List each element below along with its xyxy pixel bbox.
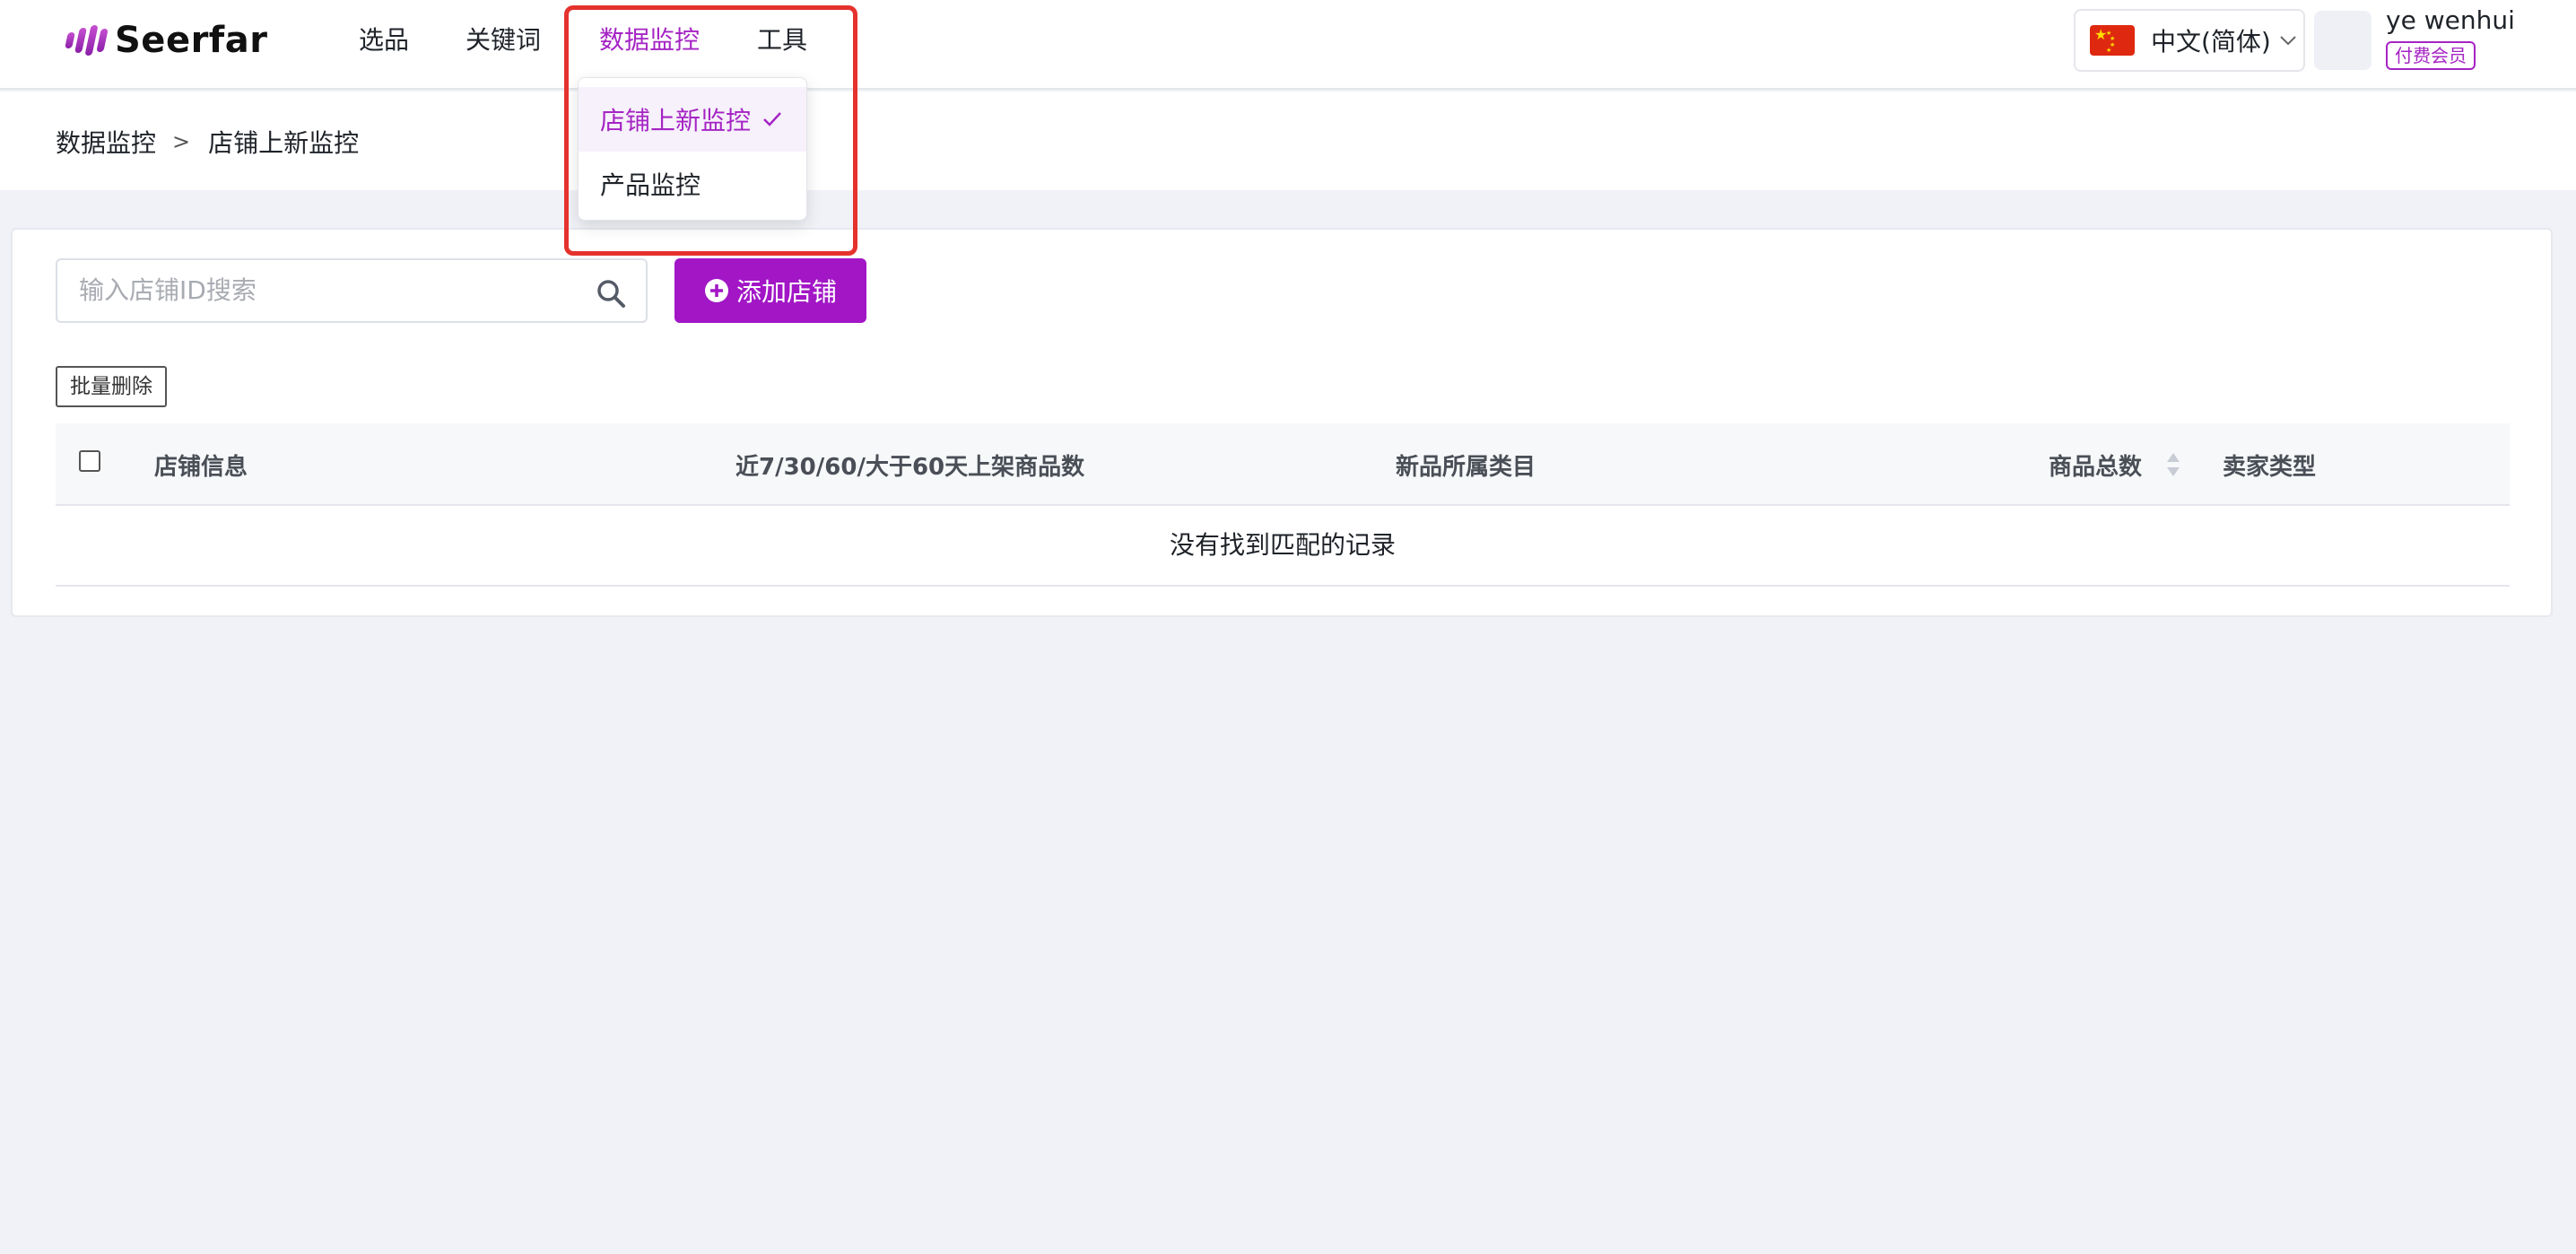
china-flag-icon: ★ ★ ★ ★ ★ [2090, 25, 2135, 56]
brand-name: Seerfar [115, 20, 268, 61]
table-header: 店铺信息 近7/30/60/大于60天上架商品数 新品所属类目 商品总数 卖家类… [56, 423, 2510, 506]
column-header-store-info: 店铺信息 [154, 454, 248, 481]
main-card: 添加店铺 批量删除 店铺信息 近7/30/60/大于60天上架商品数 新品所属类… [11, 228, 2553, 617]
data-monitoring-dropdown: 店铺上新监控 产品监控 [578, 77, 807, 221]
brand-logo[interactable]: Seerfar [65, 18, 268, 63]
logo-mark-icon [65, 25, 109, 56]
avatar[interactable] [2314, 11, 2371, 70]
search-input[interactable] [57, 260, 560, 319]
add-store-button[interactable]: 添加店铺 [674, 258, 866, 323]
user-name[interactable]: ye wenhui [2386, 5, 2515, 35]
breadcrumb-bar: 数据监控 > 店铺上新监控 [0, 91, 2576, 190]
search-box [56, 258, 648, 323]
language-label: 中文(简体) [2151, 27, 2271, 57]
member-badge: 付费会员 [2386, 41, 2476, 70]
nav-item-keywords[interactable]: 关键词 [466, 22, 541, 58]
column-header-listing-counts: 近7/30/60/大于60天上架商品数 [735, 454, 1085, 481]
bulk-delete-button[interactable]: 批量删除 [56, 366, 167, 407]
column-header-seller-type: 卖家类型 [2223, 454, 2317, 481]
add-store-label: 添加店铺 [735, 277, 837, 307]
chevron-down-icon [2280, 36, 2296, 46]
language-select[interactable]: ★ ★ ★ ★ ★ 中文(简体) [2074, 9, 2305, 72]
breadcrumb-parent[interactable]: 数据监控 [56, 124, 156, 160]
nav-item-product-selection[interactable]: 选品 [359, 22, 409, 58]
breadcrumb-current: 店铺上新监控 [208, 128, 360, 158]
nav-item-data-monitoring[interactable]: 数据监控 [599, 22, 700, 58]
breadcrumb: 数据监控 > 店铺上新监控 [56, 124, 359, 160]
dropdown-item-label: 店铺上新监控 [600, 106, 752, 135]
dropdown-item-product-monitoring[interactable]: 产品监控 [579, 152, 806, 216]
nav-item-tools[interactable]: 工具 [757, 22, 807, 58]
dropdown-item-label: 产品监控 [600, 170, 701, 200]
breadcrumb-separator: > [172, 129, 191, 154]
sort-icon[interactable] [2165, 450, 2181, 479]
column-header-new-category[interactable]: 新品所属类目 [1396, 448, 1536, 482]
dropdown-item-store-new-monitoring[interactable]: 店铺上新监控 [579, 87, 806, 152]
empty-state-row: 没有找到匹配的记录 [56, 506, 2510, 587]
select-all-checkbox[interactable] [79, 450, 100, 472]
plus-circle-icon [704, 279, 728, 302]
column-header-total-products[interactable]: 商品总数 [2049, 448, 2142, 482]
top-navbar: Seerfar 选品 关键词 数据监控 工具 ★ ★ ★ ★ ★ 中文(简体) … [0, 0, 2576, 90]
search-icon[interactable] [596, 278, 626, 309]
check-icon [763, 112, 781, 126]
